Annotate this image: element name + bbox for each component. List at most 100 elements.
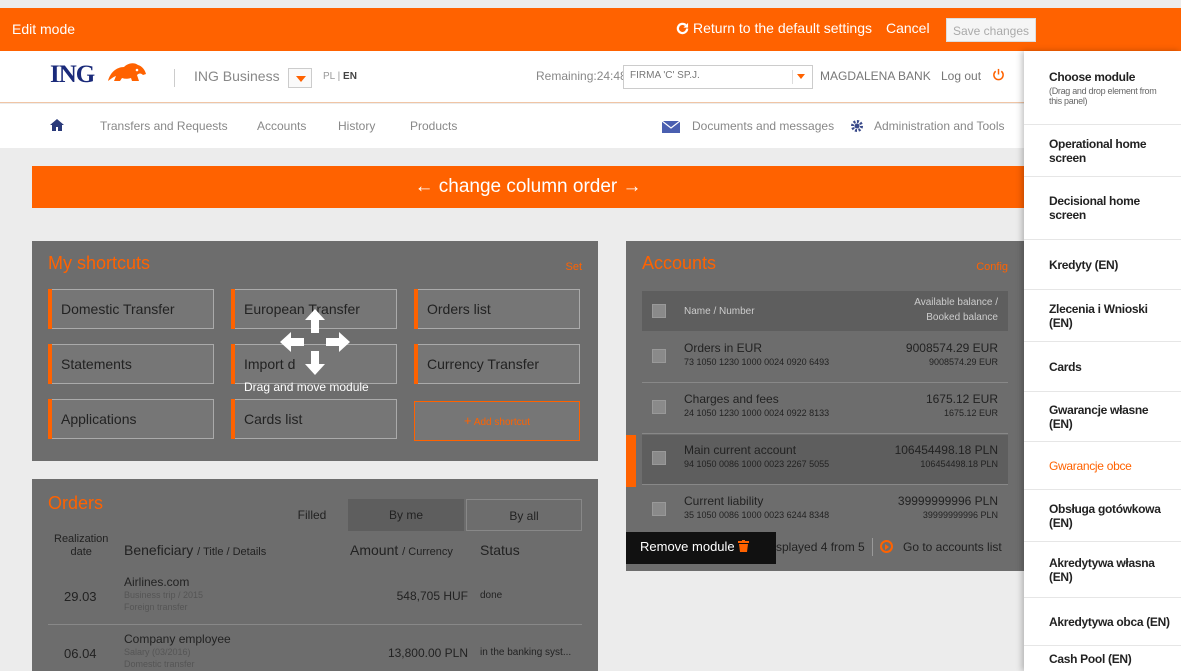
session-remaining: Remaining:24:48 [536,69,627,83]
col-date-header[interactable]: Realization date [54,533,108,559]
orders-module[interactable]: Orders Filled By me By all Realization da… [32,479,598,671]
col-name-header[interactable]: Name / Number [684,306,755,317]
home-icon[interactable] [50,118,64,132]
product-dropdown-button[interactable] [288,68,312,88]
module-akredytywa-wlasna[interactable]: Akredytywa własna (EN) [1024,542,1181,598]
save-changes-button[interactable]: Save changes [946,18,1036,42]
power-icon[interactable] [992,68,1005,84]
module-gwarancje-obce[interactable]: Gwarancje obce [1024,442,1181,490]
module-gwarancje-wlasne[interactable]: Gwarancje własne (EN) [1024,392,1181,442]
account-row[interactable]: Orders in EUR 73 1050 1230 1000 0024 092… [642,333,1008,383]
module-chooser-panel: Choose module (Drag and drop element from… [1024,51,1181,671]
drag-move-indicator[interactable]: Drag and move module [244,309,394,399]
orders-title: Orders [48,493,104,513]
account-row[interactable]: Main current account 94 1050 0086 1000 0… [642,435,1008,485]
tab-by-all[interactable]: By all [466,499,582,531]
go-to-accounts-link[interactable]: Go to accounts list [880,540,1002,554]
app-header: ING ING Business PL | EN Remaining:24:48… [0,51,1024,103]
account-name: Current liability [684,494,764,508]
company-select[interactable]: FIRMA 'C' SP.J. [623,65,813,89]
user-name: MAGDALENA BANK [820,69,931,83]
order-details: Foreign transfer [124,602,188,612]
nav-transfers[interactable]: Transfers and Requests [100,119,228,133]
orders-table-header: Realization date Beneficiary / Title / De… [48,531,582,567]
module-kredyty[interactable]: Kredyty (EN) [1024,240,1181,290]
panel-title: Choose module [1049,69,1136,84]
account-name: Charges and fees [684,392,779,406]
lang-en[interactable]: EN [343,71,357,82]
footer-divider [872,538,873,556]
shortcut-orders-list[interactable]: Orders list [414,289,580,329]
col-amount-header[interactable]: Amount / Currency [350,542,453,558]
col-balance-header-2[interactable]: Booked balance [926,312,998,323]
account-available: 1675.12 EUR [925,392,998,406]
cancel-button[interactable]: Cancel [886,20,930,36]
module-obsluga-gotowkowa[interactable]: Obsługa gotówkowa (EN) [1024,490,1181,542]
shortcut-statements[interactable]: Statements [48,344,214,384]
shortcut-cards-list[interactable]: Cards list [231,399,397,439]
order-status: done [480,590,503,601]
plus-icon: + [464,413,472,428]
row-checkbox[interactable] [652,451,666,465]
move-arrows-icon [280,309,350,375]
col-beneficiary-header[interactable]: Beneficiary / Title / Details [124,542,266,558]
panel-header: Choose module (Drag and drop element from… [1024,51,1181,125]
order-title: Salary (03/2016) [124,647,191,657]
account-number: 73 1050 1230 1000 0024 0920 6493 [684,357,830,367]
selected-row-marker [626,435,636,487]
nav-documents[interactable]: Documents and messages [692,119,834,133]
logout-link[interactable]: Log out [941,69,981,83]
remove-module-button[interactable]: Remove module [626,532,776,564]
module-cards[interactable]: Cards [1024,342,1181,392]
table-row[interactable]: 06.04 Company employee Salary (03/2016) … [48,626,582,671]
module-cash-pool[interactable]: Cash Pool (EN) [1024,646,1181,671]
account-number: 24 1050 1230 1000 0024 0922 8133 [684,408,830,418]
col-balance-header-1[interactable]: Available balance / [914,297,998,308]
account-number: 94 1050 0086 1000 0023 2267 5055 [684,459,830,469]
nav-history[interactable]: History [338,119,375,133]
accounts-table-header: Name / Number Available balance / Booked… [642,291,1008,331]
module-akredytywa-obca[interactable]: Akredytywa obca (EN) [1024,598,1181,646]
trash-icon [738,539,750,554]
order-date: 06.04 [64,646,97,661]
nav-accounts[interactable]: Accounts [257,119,306,133]
drag-move-label: Drag and move module [244,380,369,394]
row-checkbox[interactable] [652,502,666,516]
col-status-header[interactable]: Status [480,542,520,558]
add-shortcut-button[interactable]: + Add shortcut [414,401,580,441]
product-name: ING Business [194,68,280,84]
tab-filled[interactable]: Filled [282,499,342,531]
shortcut-domestic-transfer[interactable]: Domestic Transfer [48,289,214,329]
select-all-checkbox[interactable] [652,304,666,318]
envelope-icon [662,121,680,133]
table-row[interactable]: 29.03 Airlines.com Business trip / 2015 … [48,569,582,625]
shortcut-applications[interactable]: Applications [48,399,214,439]
account-row[interactable]: Current liability 35 1050 0086 1000 0023… [642,486,1008,536]
edit-mode-label: Edit mode [12,21,76,37]
shortcut-currency-transfer[interactable]: Currency Transfer [414,344,580,384]
reset-defaults-button[interactable]: Return to the default settings [676,20,872,36]
tab-by-me[interactable]: By me [348,499,464,531]
nav-products[interactable]: Products [410,119,457,133]
language-switch[interactable]: PL | EN [323,71,357,82]
module-decisional-home[interactable]: Decisional home screen [1024,177,1181,240]
accounts-count: splayed 4 from 5 [776,540,865,554]
shortcuts-set-link[interactable]: Set [565,261,582,273]
account-row[interactable]: Charges and fees 24 1050 1230 1000 0024 … [642,384,1008,434]
lang-pl[interactable]: PL [323,71,335,82]
shortcuts-title: My shortcuts [48,253,151,273]
order-amount: 548,705 HUF [396,589,468,603]
row-checkbox[interactable] [652,400,666,414]
order-beneficiary: Company employee [124,632,231,646]
change-column-order-bar[interactable]: ← change column order → [32,166,1024,208]
accounts-config-link[interactable]: Config [976,261,1008,273]
accounts-module[interactable]: Accounts Config Name / Number Available … [626,241,1024,571]
row-checkbox[interactable] [652,349,666,363]
ing-logo[interactable]: ING [50,61,95,89]
order-amount: 13,800.00 PLN [387,646,468,660]
order-status: in the banking syst... [480,647,572,658]
edit-mode-bar: Edit mode Return to the default settings… [0,8,1181,51]
nav-administration[interactable]: Administration and Tools [874,119,1005,133]
module-zlecenia[interactable]: Zlecenia i Wnioski (EN) [1024,290,1181,342]
module-operational-home[interactable]: Operational home screen [1024,125,1181,177]
